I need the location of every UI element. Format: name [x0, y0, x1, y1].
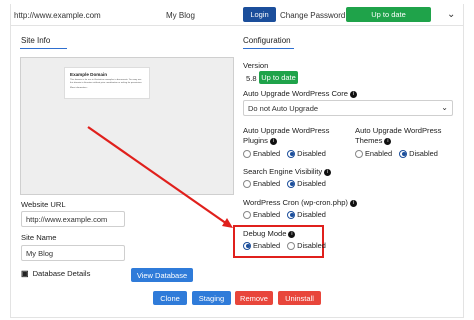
uninstall-button[interactable]: Uninstall: [278, 291, 321, 305]
remove-button[interactable]: Remove: [235, 291, 273, 305]
clone-button[interactable]: Clone: [153, 291, 187, 305]
annotation-arrow: [87, 126, 233, 228]
staging-button[interactable]: Staging: [192, 291, 231, 305]
arrow-head: [222, 218, 233, 228]
arrow-line: [87, 126, 231, 227]
